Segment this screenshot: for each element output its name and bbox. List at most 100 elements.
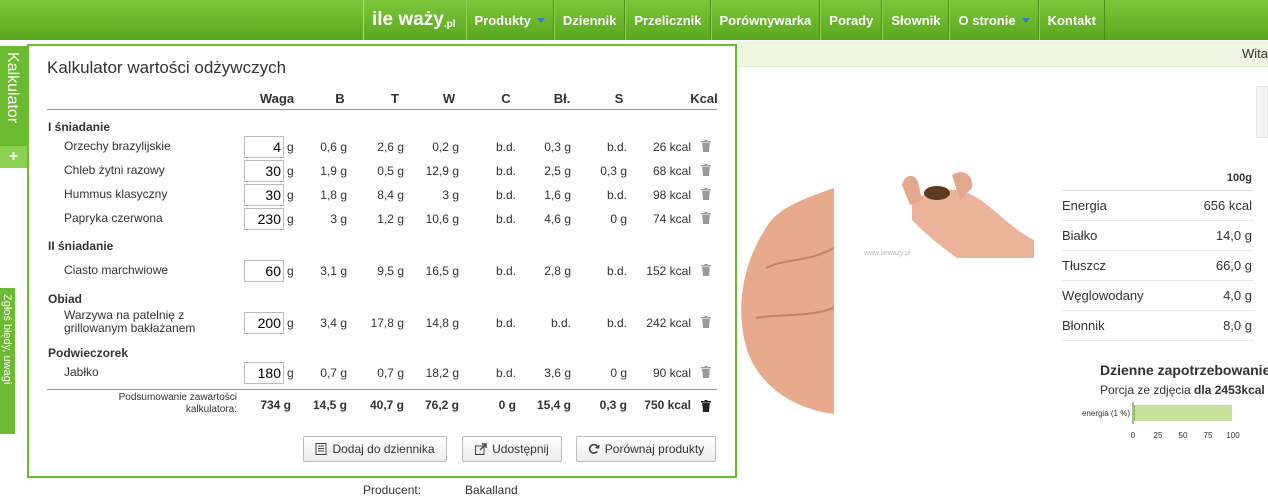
chevron-down-icon	[1021, 17, 1030, 23]
site-logo[interactable]: ile waży .pl	[363, 0, 466, 40]
quantity-input[interactable]	[244, 160, 284, 182]
food-row: Warzywa na patelnię z grillowanym bakłaż…	[29, 309, 719, 336]
product-thumbnail-edge[interactable]	[1256, 86, 1268, 138]
nav-item-porownywarka[interactable]: Porównywarka	[710, 0, 821, 40]
nutrient-label: Białko	[1062, 228, 1098, 243]
col-bl: Bł.	[553, 91, 571, 106]
trash-icon[interactable]	[701, 316, 711, 328]
food-name: Jabłko	[64, 365, 99, 379]
nav-item-dziennik[interactable]: Dziennik	[553, 0, 626, 40]
chart-tick-label: 50	[1179, 431, 1188, 440]
value-t: 2,6 g	[377, 140, 404, 154]
nav-label: Produkty	[474, 12, 531, 28]
nutrient-value: 656 kcal	[1203, 198, 1252, 213]
meal-section-header: Podwieczorek	[48, 346, 129, 360]
quantity-input[interactable]	[244, 362, 284, 384]
value-w: 0,2 g	[432, 140, 459, 154]
calculator-tab[interactable]: Kalkulator +	[0, 46, 27, 168]
quantity-input[interactable]	[244, 136, 284, 158]
trash-icon[interactable]	[701, 366, 711, 378]
food-name: Ciasto marchwiowe	[64, 263, 169, 277]
food-name: Papryka czerwona	[64, 211, 163, 225]
value-b: 3,1 g	[320, 264, 347, 278]
summary-bl: 15,4 g	[536, 398, 571, 412]
chart-tick-label: 0	[1131, 431, 1136, 440]
trash-icon[interactable]	[701, 140, 711, 152]
nutrient-label: Węglowodany	[1062, 288, 1144, 303]
daily-needs-title: Dzienne zapotrzebowanie	[1100, 362, 1268, 378]
nutrition-row: Energia 656 kcal	[1062, 191, 1254, 221]
producer-label: Producent:	[363, 483, 422, 497]
nutrient-label: Błonnik	[1062, 318, 1105, 333]
value-c: b.d.	[495, 188, 516, 202]
trash-icon[interactable]	[701, 264, 711, 276]
share-button[interactable]: Udostępnij	[462, 436, 562, 462]
nutrient-value: 8,0 g	[1223, 318, 1252, 333]
main-nav: ile waży .pl Produkty Dziennik Przeliczni…	[363, 0, 1105, 40]
value-s: 0 g	[610, 366, 627, 380]
food-row: Papryka czerwona g 3 g 1,2 g 10,6 g b.d. 4,6 g…	[29, 208, 719, 232]
trash-icon[interactable]	[701, 188, 711, 200]
add-to-diary-label: Dodaj do dziennika	[332, 442, 435, 456]
col-b: B	[335, 91, 345, 106]
nav-item-porady[interactable]: Porady	[820, 0, 883, 40]
nav-item-kontakt[interactable]: Kontakt	[1038, 0, 1105, 40]
summary-c: 0 g	[498, 398, 516, 412]
nutrient-value: 14,0 g	[1215, 228, 1252, 243]
value-s: b.d.	[606, 316, 627, 330]
trash-icon[interactable]	[701, 212, 711, 224]
nav-label: O stronie	[958, 12, 1016, 28]
nav-item-slownik[interactable]: Słownik	[882, 0, 950, 40]
nav-item-o-stronie[interactable]: O stronie	[949, 0, 1039, 40]
unit-label: g	[287, 164, 294, 178]
value-bl: b.d.	[550, 316, 571, 330]
image-watermark: www.ilewazy.pl	[864, 250, 911, 257]
value-bl: 0,3 g	[544, 140, 571, 154]
nutrition-row: Węglowodany 4,0 g	[1062, 281, 1254, 311]
quantity-input[interactable]	[244, 208, 284, 230]
add-to-diary-button[interactable]: Dodaj do dziennika	[303, 436, 447, 462]
food-row: Hummus klasyczny g 1,8 g 8,4 g 3 g b.d. 1,6 g b…	[29, 184, 719, 208]
summary-b: 14,5 g	[312, 398, 347, 412]
value-b: 3 g	[330, 212, 347, 226]
daily-needs-chart: energia (1 %) 0 25 50 75 100	[1082, 402, 1240, 440]
nutrition-header: 100g	[1062, 166, 1254, 191]
nav-label: Kontakt	[1047, 12, 1096, 28]
nutrition-row: Tłuszcz 66,0 g	[1062, 251, 1254, 281]
value-t: 8,4 g	[377, 188, 404, 202]
value-b: 0,7 g	[320, 366, 347, 380]
value-s: b.d.	[606, 140, 627, 154]
nav-item-produkty[interactable]: Produkty	[465, 0, 554, 40]
nav-label: Słownik	[891, 12, 941, 28]
value-c: b.d.	[495, 366, 516, 380]
compare-products-button[interactable]: Porównaj produkty	[576, 436, 716, 462]
value-c: b.d.	[495, 140, 516, 154]
subtitle-prefix: Porcja ze zdjęcia	[1100, 383, 1195, 397]
value-kcal: 68 kcal	[652, 164, 691, 178]
trash-icon[interactable]	[701, 164, 711, 176]
value-kcal: 74 kcal	[652, 212, 691, 226]
report-bug-tab[interactable]: Zgłoś błędy, uwagi	[0, 288, 15, 434]
nutrition-row: Białko 14,0 g	[1062, 221, 1254, 251]
summary-waga: 734 g	[260, 398, 291, 412]
quantity-input[interactable]	[244, 260, 284, 282]
value-s: 0,3 g	[600, 164, 627, 178]
daily-needs-subtitle: Porcja ze zdjęcia dla 2453kcal	[1100, 383, 1265, 397]
value-bl: 2,8 g	[544, 264, 571, 278]
nav-label: Przelicznik	[634, 12, 702, 28]
quantity-input[interactable]	[244, 312, 284, 334]
value-c: b.d.	[495, 212, 516, 226]
unit-label: g	[287, 366, 294, 380]
nutrient-value: 4,0 g	[1223, 288, 1252, 303]
col-waga: Waga	[259, 91, 295, 106]
plus-icon[interactable]: +	[0, 146, 27, 168]
quantity-input[interactable]	[244, 184, 284, 206]
value-bl: 2,5 g	[544, 164, 571, 178]
calculator-tab-label: Kalkulator	[4, 52, 21, 124]
meal-section-header: Obiad	[48, 292, 83, 306]
clear-all-trash-icon[interactable]	[701, 400, 711, 412]
nav-item-przelicznik[interactable]: Przelicznik	[625, 0, 711, 40]
column-headers: Waga B T W C Bł. S Kcal	[47, 90, 718, 110]
value-s: 0 g	[610, 212, 627, 226]
value-kcal: 90 kcal	[652, 366, 691, 380]
